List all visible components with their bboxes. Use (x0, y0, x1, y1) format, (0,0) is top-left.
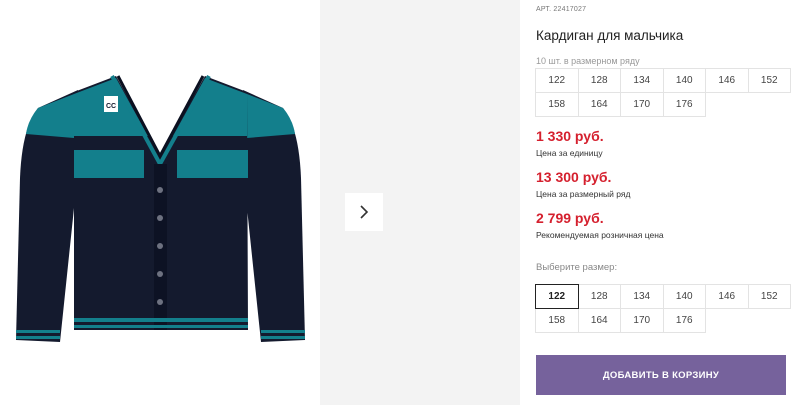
unit-price: 1 330 руб. (536, 128, 604, 144)
brand-logo-tag: CC (106, 103, 116, 110)
product-photo-cardigan: CC (16, 75, 305, 342)
chevron-right-icon (360, 205, 369, 219)
size-row-cell: 134 (620, 68, 664, 93)
size-option-170[interactable]: 170 (620, 308, 664, 333)
unit-price-note: Цена за единицу (536, 148, 603, 158)
size-row-cell: 140 (662, 68, 706, 93)
size-option-164[interactable]: 164 (577, 308, 621, 333)
size-option-122[interactable]: 122 (535, 284, 579, 309)
size-selector: 122 128 134 140 146 152 158 164 170 176 (535, 284, 791, 333)
size-row-cell: 164 (577, 92, 621, 117)
size-row-caption: 10 шт. в размерном ряду (536, 56, 640, 66)
size-row-cell: 128 (577, 68, 621, 93)
size-option-140[interactable]: 140 (662, 284, 706, 309)
product-image-panel: CC (0, 0, 320, 405)
size-option-146[interactable]: 146 (705, 284, 749, 309)
size-option-134[interactable]: 134 (620, 284, 664, 309)
size-row-cell: 170 (620, 92, 664, 117)
size-select-label: Выберите размер: (536, 262, 618, 273)
retail-price-note: Рекомендуемая розничная цена (536, 230, 664, 240)
size-row-price: 13 300 руб. (536, 169, 612, 185)
gallery-next-button[interactable] (345, 193, 383, 231)
size-row-cell: 122 (535, 68, 579, 93)
size-option-176[interactable]: 176 (662, 308, 706, 333)
size-option-152[interactable]: 152 (747, 284, 791, 309)
size-row-cell: 152 (747, 68, 791, 93)
size-row-grid: 122 128 134 140 146 152 158 164 170 176 (535, 68, 791, 117)
size-row-cell: 158 (535, 92, 579, 117)
size-row-price-note: Цена за размерный ряд (536, 189, 631, 199)
add-to-cart-button[interactable]: ДОБАВИТЬ В КОРЗИНУ (536, 355, 786, 395)
size-option-128[interactable]: 128 (577, 284, 621, 309)
size-option-158[interactable]: 158 (535, 308, 579, 333)
product-article: АРТ. 22417027 (536, 6, 587, 13)
retail-price: 2 799 руб. (536, 210, 604, 226)
size-row-cell: 146 (705, 68, 749, 93)
size-row-cell: 176 (662, 92, 706, 117)
product-title: Кардиган для мальчика (536, 28, 684, 43)
